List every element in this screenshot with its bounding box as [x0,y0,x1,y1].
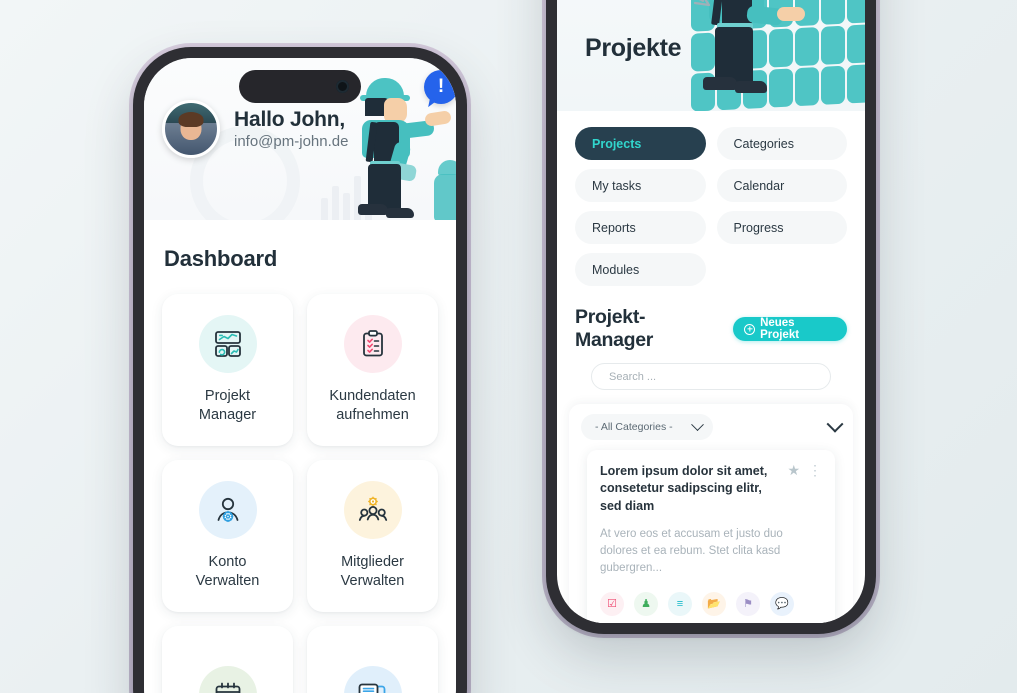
comment-icon[interactable]: 💬 [770,591,794,616]
dashboard-card-label: Mitglieder Verwalten [341,553,405,591]
project-title-line2: consetetur sadipscing elitr, sed diam [600,481,762,513]
projects-screen: ! Projekte Projects Categories My tasks … [557,0,865,623]
dashboard-card-projekt-manager[interactable]: Projekt Manager [162,294,293,446]
dashboard-screen: ! Hallo John, info@pm-john.de Dashboard [144,58,456,693]
nav-label: Progress [733,220,784,235]
new-project-button[interactable]: Neues Projekt [733,317,847,341]
dashboard-card-label: Kundendaten aufnehmen [329,387,415,425]
nav-label: Reports [592,220,636,235]
nav-item-modules[interactable]: Modules [575,253,706,286]
card-label-line2: Manager [198,407,257,423]
card-label-line1: Konto [208,553,247,570]
nav-label: Modules [592,262,640,277]
project-card-header: Lorem ipsum dolor sit amet, consetetur s… [600,463,822,515]
dashboard-phone: ! Hallo John, info@pm-john.de Dashboard [129,43,471,693]
search-input[interactable]: Search ... [591,363,831,390]
kebab-menu-icon[interactable]: ⋮ [808,463,822,477]
card-label-line2: Verwalten [195,573,260,589]
user-email: info@pm-john.de [234,133,349,150]
alert-badge-icon: ! [424,70,456,104]
phone-notch [239,70,361,103]
flag-icon[interactable]: ⚑ [736,591,760,616]
dashboard-card-label: Konto Verwalten [196,553,260,591]
dashboard-card-konto-verwalten[interactable]: Konto Verwalten [162,460,293,612]
nav-item-reports[interactable]: Reports [575,211,706,244]
front-camera-icon [336,80,349,93]
greeting-text: Hallo John, [234,108,345,131]
category-select-value: - All Categories - [595,421,673,433]
page-title: Projekte [585,34,682,62]
dashboard-card-grid: Projekt Manager Kundendaten aufnehmen Ko… [144,272,456,693]
nav-item-projects[interactable]: Projects [575,127,706,160]
members-group-icon [343,480,402,539]
card-label-line2: Verwalten [340,573,405,589]
nav-item-calendar[interactable]: Calendar [716,169,847,202]
folder-icon[interactable]: 📂 [702,591,726,616]
search-placeholder: Search ... [609,370,657,383]
dashed-arrow-icon [693,0,711,7]
filter-panel: - All Categories - Lorem ipsum dolor sit… [569,404,853,623]
project-title-line1: Lorem ipsum dolor sit amet, [600,464,768,478]
project-card[interactable]: Lorem ipsum dolor sit amet, consetetur s… [587,450,835,623]
card-label-line1: Kundendaten [329,387,416,404]
star-icon[interactable]: ★ [787,463,800,477]
user-profile-block[interactable]: Hallo John, info@pm-john.de [162,100,348,158]
nav-label: Calendar [733,178,785,193]
dashboard-layout-icon [198,314,257,373]
card-label-line1: Mitglieder [341,553,404,570]
filter-row: - All Categories - [581,414,844,440]
calendar-icon [198,666,257,693]
expand-chevron-down-icon[interactable] [826,415,844,433]
category-select[interactable]: - All Categories - [581,414,713,440]
new-project-label: Neues Projekt [760,317,800,341]
list-icon[interactable]: ≡ [668,591,692,616]
nav-item-progress[interactable]: Progress [716,211,847,244]
section-header-row: Projekt-Manager Neues Projekt [557,292,865,352]
dashboard-card-label: Projekt Manager [199,387,256,425]
project-action-icons: ☑ ♟ ≡ 📂 ⚑ 💬 [600,591,822,616]
chat-bubbles-icon [343,666,402,693]
person-pin-icon[interactable]: ♟ [634,591,658,616]
clipboard-checklist-icon [343,314,402,373]
checklist-icon[interactable]: ☑ [600,591,624,616]
page-title: Dashboard [164,246,278,271]
project-title: Lorem ipsum dolor sit amet, consetetur s… [600,463,779,515]
dashboard-card-chat[interactable] [307,626,438,693]
nav-item-my-tasks[interactable]: My tasks [575,169,706,202]
dashboard-card-mitglieder-verwalten[interactable]: Mitglieder Verwalten [307,460,438,612]
avatar[interactable] [162,100,220,158]
plus-circle-icon [744,323,756,335]
dashboard-card-kundendaten[interactable]: Kundendaten aufnehmen [307,294,438,446]
solar-panel-worker-illustration: ! [695,0,815,107]
dashboard-card-calendar[interactable] [162,626,293,693]
nav-item-categories[interactable]: Categories [716,127,847,160]
nav-label: My tasks [592,178,642,193]
card-label-line1: Projekt [204,387,251,404]
chevron-down-icon [690,417,704,431]
user-settings-icon [198,480,257,539]
projects-phone: ! Projekte Projects Categories My tasks … [542,0,880,638]
dashboard-body: Dashboard Projekt Manager Kundendaten au… [144,220,456,693]
project-description: At vero eos et accusam et justo duo dolo… [600,527,783,575]
nav-label: Categories [733,136,794,151]
projects-nav-grid: Projects Categories My tasks Calendar Re… [557,111,865,292]
nav-label: Projects [592,136,642,151]
card-label-line2: aufnehmen [336,407,409,423]
projects-header: ! Projekte [557,0,865,111]
section-title: Projekt-Manager [575,306,654,351]
